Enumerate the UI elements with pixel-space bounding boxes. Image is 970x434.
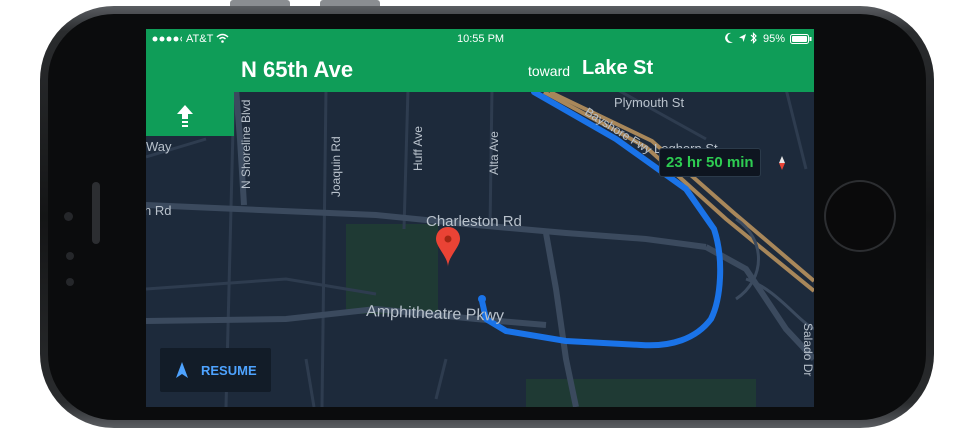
straight-arrow-icon <box>177 105 193 127</box>
navigation-banner[interactable]: N 65th Ave toward Lake St <box>146 49 814 92</box>
resume-button[interactable]: RESUME <box>160 348 271 392</box>
navigation-screen: Plymouth St Bayshore Fwy Leghorn St N Sh… <box>146 29 814 407</box>
clock-time: 10:55 PM <box>457 33 505 45</box>
map-label-salado: Salado Dr <box>801 323 814 376</box>
current-street: N 65th Ave <box>241 57 354 82</box>
volume-button <box>230 0 290 6</box>
moon-icon <box>724 32 734 47</box>
map-label-charleston: Charleston Rd <box>426 213 522 230</box>
route-start-dot <box>478 295 486 303</box>
toward-prefix: toward <box>528 63 571 79</box>
battery-icon <box>790 34 812 47</box>
map-label-joaquin: Joaquin Rd <box>329 136 343 197</box>
location-icon <box>738 33 747 46</box>
home-button[interactable] <box>826 182 894 250</box>
toward-street: Lake St <box>582 57 654 79</box>
maneuver-panel[interactable] <box>146 92 234 136</box>
map-label-huff: Huff Ave <box>411 126 425 171</box>
bluetooth-icon <box>750 32 758 47</box>
signal-dots-icon <box>152 34 186 46</box>
earpiece-speaker <box>92 182 100 244</box>
wifi-icon <box>216 33 229 46</box>
sensor-dot <box>66 252 74 260</box>
carrier-label: AT&T <box>186 33 214 45</box>
navigation-arrow-icon <box>176 362 188 378</box>
eta-callout[interactable]: 23 hr 50 min <box>659 148 761 177</box>
map-label-left-rd: n Rd <box>146 203 171 218</box>
map-label-plymouth: Plymouth St <box>614 95 684 110</box>
map-label-left-way: Way <box>146 139 172 154</box>
map-label-alta: Alta Ave <box>487 131 501 175</box>
front-camera <box>64 212 73 221</box>
map-label-shoreline: N Shoreline Blvd <box>239 100 253 189</box>
sensor-dot <box>66 278 74 286</box>
volume-button <box>320 0 380 6</box>
compass-icon[interactable] <box>774 155 790 171</box>
resume-label: RESUME <box>201 363 257 378</box>
battery-percent: 95% <box>763 33 786 45</box>
status-bar: AT&T 10:55 PM 95% <box>146 29 814 49</box>
park-area <box>526 379 756 407</box>
park-area <box>346 224 438 314</box>
